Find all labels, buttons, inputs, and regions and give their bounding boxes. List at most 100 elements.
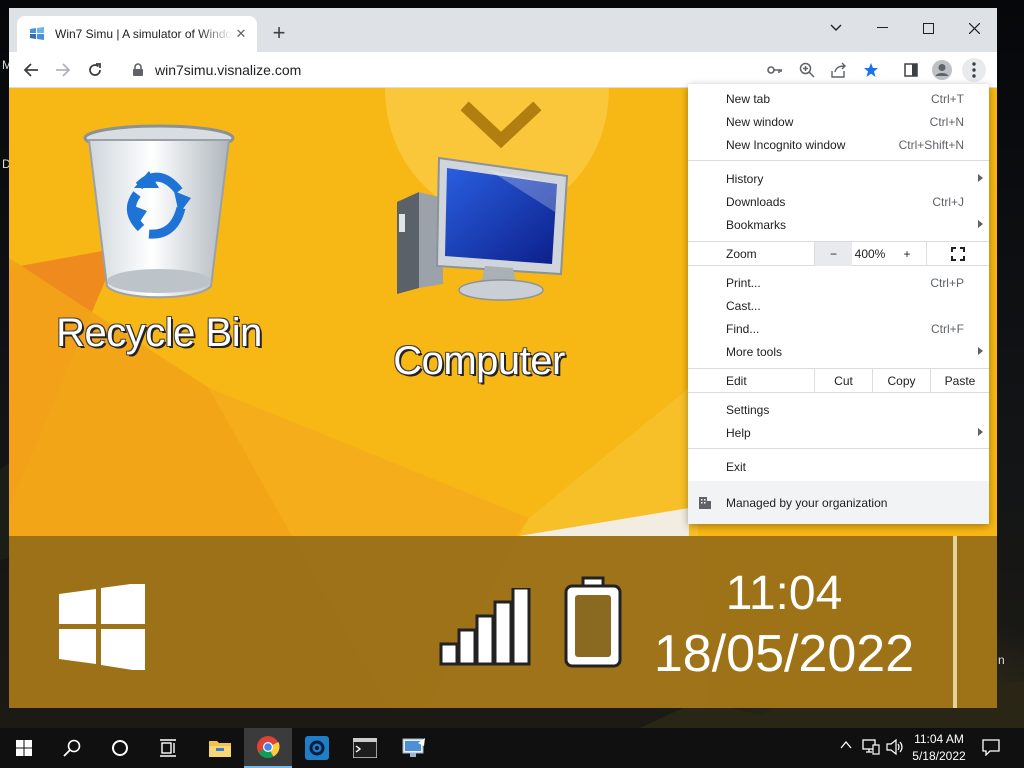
close-window-button[interactable] [951, 14, 997, 42]
menu-item-label: Exit [726, 459, 747, 474]
signal-strength-icon [439, 588, 531, 666]
managed-by-organization[interactable]: Managed by your organization [688, 481, 989, 524]
computer-desktop-icon[interactable]: Computer [369, 156, 589, 384]
notification-icon[interactable] [982, 739, 1000, 756]
recycle-bin-icon [83, 124, 235, 299]
tab-search-button[interactable] [813, 14, 859, 42]
menu-item-more-tools[interactable]: More tools [688, 340, 989, 363]
cortana-icon [112, 740, 128, 756]
back-button[interactable] [17, 56, 45, 84]
menu-item-label: Help [726, 425, 751, 440]
side-panel-icon[interactable] [899, 58, 923, 82]
menu-item-shortcut: Ctrl+P [930, 275, 964, 290]
managed-label: Managed by your organization [726, 495, 888, 510]
submenu-arrow-icon [978, 428, 983, 436]
menu-item-label: New tab [726, 91, 771, 106]
url-text[interactable]: win7simu.visnalize.com [155, 62, 301, 78]
profile-avatar-icon[interactable] [930, 58, 954, 82]
menu-item-history[interactable]: History [688, 167, 989, 190]
start-button[interactable] [0, 728, 48, 768]
menu-item-downloads[interactable]: Downloads Ctrl+J [688, 190, 989, 213]
menu-item-shortcut: Ctrl+T [931, 91, 964, 106]
forward-button[interactable] [49, 56, 77, 84]
show-hidden-icons-icon[interactable] [840, 741, 852, 749]
zoom-in-button[interactable]: + [888, 242, 926, 266]
battery-icon [564, 576, 622, 668]
desktop-edge-text: n [998, 653, 1005, 667]
menu-item-label: Bookmarks [726, 217, 787, 232]
app-icon [305, 736, 329, 760]
reload-button[interactable] [81, 56, 109, 84]
submenu-arrow-icon [978, 220, 983, 228]
password-key-icon[interactable] [763, 58, 787, 82]
fullscreen-button[interactable] [926, 242, 989, 266]
tab-close-icon[interactable]: ✕ [233, 26, 249, 42]
zoom-label: Zoom [726, 247, 757, 261]
menu-item-settings[interactable]: Settings [688, 398, 989, 421]
menu-item-print[interactable]: Print... Ctrl+P [688, 271, 989, 294]
system-clock-time: 11:04 AM [914, 732, 964, 746]
remote-desktop-taskbar-button[interactable] [390, 728, 438, 768]
menu-separator [688, 448, 989, 449]
terminal-taskbar-button[interactable] [341, 728, 389, 768]
cut-button[interactable]: Cut [814, 369, 872, 393]
system-clock-date: 5/18/2022 [912, 749, 966, 763]
zoom-icon[interactable] [795, 58, 819, 82]
sim-clock-time: 11:04 [725, 567, 843, 620]
menu-item-new-incognito-window[interactable]: New Incognito window Ctrl+Shift+N [688, 133, 989, 156]
sim-taskbar-divider [953, 536, 957, 708]
simulated-taskbar: 11:04 18/05/2022 [9, 536, 997, 708]
volume-icon[interactable] [886, 739, 904, 755]
new-tab-button[interactable]: + [267, 22, 291, 46]
reload-icon [89, 63, 101, 76]
windows-logo-icon[interactable] [59, 584, 145, 670]
tab-title: Win7 Simu | A simulator of Windows [55, 27, 233, 41]
browser-tab[interactable]: Win7 Simu | A simulator of Windows ✕ [17, 16, 257, 52]
copy-button[interactable]: Copy [872, 369, 930, 393]
chrome-taskbar-button[interactable] [244, 728, 292, 768]
search-icon [63, 739, 81, 757]
network-icon[interactable] [862, 739, 880, 755]
windows-taskbar: 11:04 AM 5/18/2022 [0, 728, 1024, 768]
app-taskbar-button[interactable] [293, 728, 341, 768]
chrome-main-menu: New tab Ctrl+T New window Ctrl+N New Inc… [688, 84, 989, 524]
paste-label: Paste [944, 374, 976, 388]
zoom-value: 400% [854, 247, 886, 261]
computer-icon [397, 156, 569, 301]
share-icon[interactable] [827, 58, 851, 82]
bookmark-star-icon[interactable] [859, 58, 883, 82]
menu-item-exit[interactable]: Exit [688, 455, 989, 478]
menu-item-shortcut: Ctrl+Shift+N [898, 137, 964, 152]
menu-button[interactable] [962, 58, 986, 82]
maximize-button[interactable] [905, 14, 951, 42]
fullscreen-icon [951, 247, 965, 261]
zoom-plus-glyph: + [903, 247, 911, 261]
menu-item-label: Find... [726, 321, 760, 336]
search-button[interactable] [48, 728, 96, 768]
system-clock[interactable]: 11:04 AM 5/18/2022 [908, 731, 970, 765]
menu-item-shortcut: Ctrl+N [929, 114, 964, 129]
minimize-button[interactable] [859, 14, 905, 42]
browser-toolbar: win7simu.visnalize.com [9, 52, 997, 88]
menu-item-bookmarks[interactable]: Bookmarks [688, 213, 989, 236]
file-explorer-button[interactable] [196, 728, 244, 768]
menu-item-cast[interactable]: Cast... [688, 294, 989, 317]
cortana-button[interactable] [96, 728, 144, 768]
task-view-button[interactable] [144, 728, 192, 768]
recycle-bin-desktop-icon[interactable]: Recycle Bin [49, 116, 269, 356]
menu-item-new-tab[interactable]: New tab Ctrl+T [688, 87, 989, 110]
menu-item-label: More tools [726, 344, 783, 359]
menu-item-find[interactable]: Find... Ctrl+F [688, 317, 989, 340]
menu-item-new-window[interactable]: New window Ctrl+N [688, 110, 989, 133]
zoom-out-button[interactable]: − [814, 242, 852, 266]
win7simu-favicon-icon [30, 27, 44, 40]
zoom-minus-glyph: − [829, 247, 837, 261]
menu-item-help[interactable]: Help [688, 421, 989, 444]
menu-item-label: New Incognito window [726, 137, 846, 152]
menu-item-label: Downloads [726, 194, 786, 209]
tab-strip: Win7 Simu | A simulator of Windows ✕ + [9, 8, 997, 52]
menu-zoom-row: Zoom − 400% + [688, 241, 989, 266]
lock-icon[interactable] [131, 63, 145, 77]
menu-separator [688, 160, 989, 161]
paste-button[interactable]: Paste [930, 369, 989, 393]
